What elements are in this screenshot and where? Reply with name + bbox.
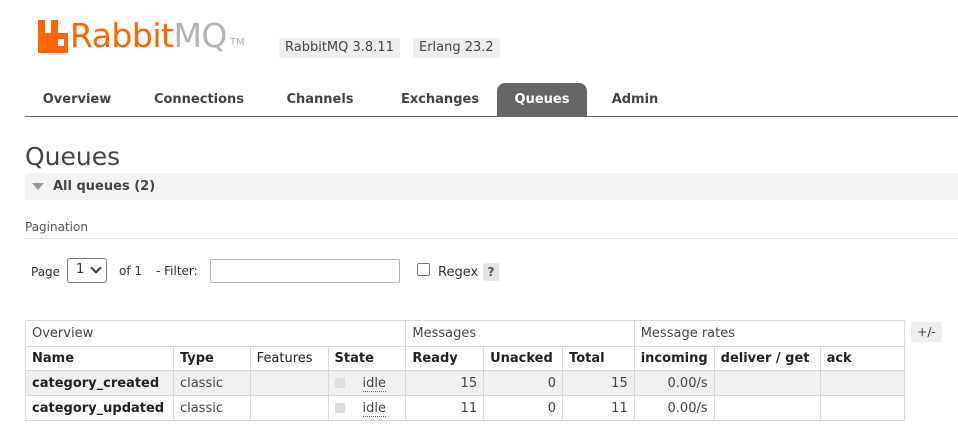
regex-help-button[interactable]: ?	[483, 263, 499, 281]
col-type[interactable]: Type	[172, 346, 251, 371]
main-nav: Overview Connections Channels Exchanges …	[25, 83, 958, 117]
queue-name-link[interactable]: category_updated	[25, 395, 174, 421]
queue-name-link[interactable]: category_created	[25, 370, 174, 396]
queue-ack	[819, 395, 906, 421]
filter-input[interactable]	[210, 259, 400, 283]
queue-incoming: 0.00/s	[633, 395, 715, 421]
columns-toggle-button[interactable]: +/-	[911, 322, 942, 342]
tab-admin[interactable]: Admin	[603, 83, 667, 117]
column-header-row: Name Type Features State Ready Unacked T…	[25, 346, 906, 371]
queue-total: 11	[562, 395, 635, 421]
page-count-label: of 1	[119, 264, 143, 278]
page-label: Page	[31, 265, 61, 279]
queue-type: classic	[172, 370, 251, 396]
collapse-triangle-icon	[32, 183, 44, 190]
table-row[interactable]: category_updated classic idle 11 0 11 0.…	[25, 395, 906, 421]
queues-table: Overview Messages Message rates Name Typ…	[24, 320, 906, 421]
pagination-heading: Pagination	[25, 220, 88, 234]
state-indicator-icon	[334, 403, 345, 413]
all-queues-label: All queues (2)	[53, 179, 156, 194]
table-row[interactable]: category_created classic idle 15 0 15 0.…	[25, 370, 906, 396]
queue-type: classic	[172, 395, 251, 421]
col-ready[interactable]: Ready	[405, 346, 485, 371]
page-select-value: 1	[76, 262, 85, 277]
queue-ack	[819, 370, 906, 396]
regex-checkbox[interactable]	[417, 263, 430, 276]
tab-connections[interactable]: Connections	[145, 83, 253, 117]
rabbit-logo-icon	[38, 19, 68, 53]
column-group-row: Overview Messages Message rates	[24, 320, 906, 347]
col-features: Features	[249, 346, 329, 371]
col-ack[interactable]: ack	[819, 346, 906, 371]
tab-exchanges[interactable]: Exchanges	[385, 83, 495, 117]
page-select[interactable]: 1	[67, 258, 107, 283]
all-queues-section-toggle[interactable]: All queues (2)	[25, 173, 958, 200]
queue-unacked: 0	[483, 395, 564, 421]
chevron-down-icon	[90, 262, 102, 274]
logo-wordmark: RabbitMQ	[70, 16, 227, 55]
col-state[interactable]: State	[327, 346, 407, 371]
col-incoming[interactable]: incoming	[633, 346, 715, 371]
pagination-divider	[25, 238, 958, 239]
logo-trademark: TM	[229, 37, 245, 48]
rabbitmq-version-badge: RabbitMQ 3.8.11	[279, 38, 400, 58]
state-label: idle	[362, 375, 387, 392]
queue-state: idle	[327, 370, 407, 396]
tab-queues[interactable]: Queues	[497, 83, 587, 117]
group-overview: Overview	[24, 320, 407, 347]
col-name[interactable]: Name	[25, 346, 174, 371]
queue-features	[249, 395, 329, 421]
col-unacked[interactable]: Unacked	[483, 346, 564, 371]
queue-features	[249, 370, 329, 396]
group-messages: Messages	[405, 320, 635, 347]
page-title: Queues	[25, 142, 121, 171]
group-message-rates: Message rates	[633, 320, 906, 347]
queue-deliver-get	[713, 370, 821, 396]
queue-total: 15	[562, 370, 635, 396]
queue-state: idle	[327, 395, 407, 421]
queue-deliver-get	[713, 395, 821, 421]
queue-ready: 15	[405, 370, 485, 396]
state-indicator-icon	[334, 378, 345, 388]
state-label: idle	[362, 400, 387, 417]
col-total[interactable]: Total	[562, 346, 635, 371]
queue-ready: 11	[405, 395, 485, 421]
filter-label: - Filter:	[156, 264, 198, 278]
regex-label: Regex	[438, 265, 479, 280]
col-deliver-get[interactable]: deliver / get	[713, 346, 821, 371]
rabbitmq-logo[interactable]: RabbitMQ TM	[38, 18, 245, 54]
queue-unacked: 0	[483, 370, 564, 396]
tab-overview[interactable]: Overview	[25, 83, 129, 117]
queue-incoming: 0.00/s	[633, 370, 715, 396]
tab-channels[interactable]: Channels	[275, 83, 365, 117]
erlang-version-badge: Erlang 23.2	[413, 38, 500, 58]
